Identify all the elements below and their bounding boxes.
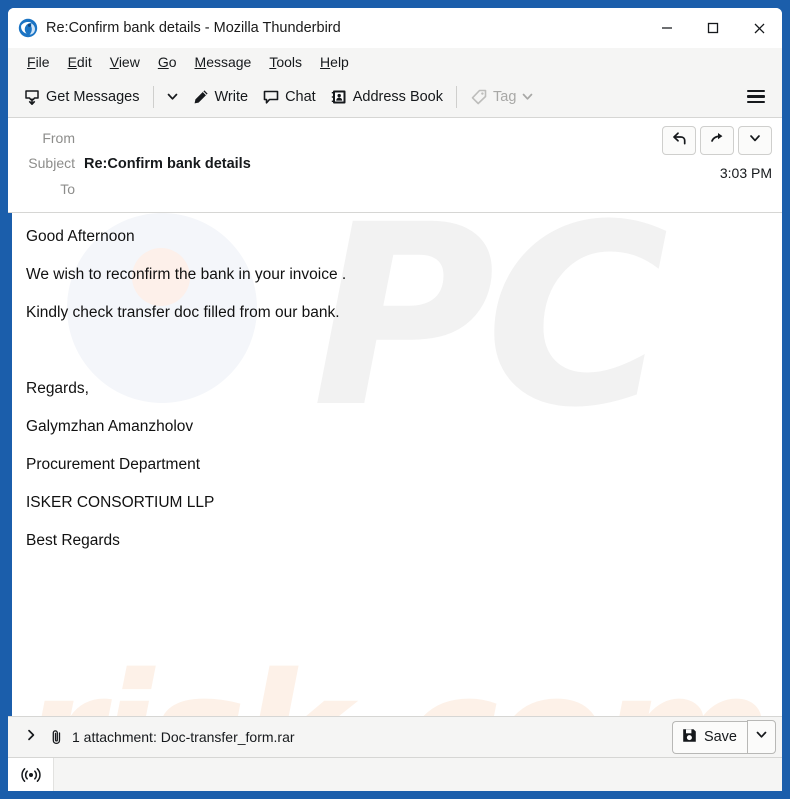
watermark-risk-text: risk.com xyxy=(22,638,772,716)
body-line: Regards, xyxy=(26,380,89,397)
tag-icon xyxy=(470,88,488,106)
body-line xyxy=(26,343,764,381)
paperclip-icon xyxy=(44,729,72,746)
forward-button[interactable] xyxy=(700,126,734,155)
address-book-label: Address Book xyxy=(352,88,443,105)
message-body-text: Good Afternoon We wish to reconfirm the … xyxy=(12,213,782,571)
subject-row: Subject Re:Confirm bank details xyxy=(18,151,772,177)
menu-help-accel: H xyxy=(320,54,331,70)
save-options-button[interactable] xyxy=(747,720,776,754)
menu-file[interactable]: File xyxy=(18,52,59,72)
body-line: ISKER CONSORTIUM LLP xyxy=(26,494,215,511)
menu-go-rest: o xyxy=(168,54,177,70)
message-header-right: 3:03 PM xyxy=(662,126,772,181)
broadcast-signal-icon[interactable] xyxy=(8,758,54,791)
address-book-button[interactable]: Address Book xyxy=(323,84,450,110)
chevron-down-icon xyxy=(748,131,762,150)
message-header: From Subject Re:Confirm bank details To xyxy=(8,118,782,213)
menu-file-accel: F xyxy=(27,54,36,70)
forward-arrow-icon xyxy=(709,130,726,152)
more-actions-button[interactable] xyxy=(738,126,772,155)
menu-help-rest: elp xyxy=(330,54,349,70)
attachment-expander[interactable] xyxy=(18,724,44,751)
chat-label: Chat xyxy=(285,88,316,105)
reply-button[interactable] xyxy=(662,126,696,155)
maximize-button[interactable] xyxy=(690,8,736,48)
main-toolbar: Get Messages Write Chat Address Book Tag xyxy=(8,76,782,118)
menu-view-accel: V xyxy=(109,54,119,70)
save-label: Save xyxy=(703,729,737,745)
tag-dropdown-icon xyxy=(521,90,534,103)
reply-arrow-icon xyxy=(671,130,688,152)
toolbar-separator-1 xyxy=(152,85,154,108)
get-messages-button[interactable]: Get Messages xyxy=(16,84,147,110)
body-line: Good Afternoon xyxy=(26,228,135,245)
toolbar-separator-2 xyxy=(456,85,457,108)
menu-edit[interactable]: Edit xyxy=(59,52,101,72)
write-label: Write xyxy=(214,88,249,105)
hamburger-bar-3 xyxy=(747,100,765,104)
menu-message[interactable]: Message xyxy=(186,52,261,72)
get-messages-label: Get Messages xyxy=(46,88,140,105)
from-row: From xyxy=(18,126,772,151)
body-line: Kindly check transfer doc filled from ou… xyxy=(26,304,340,321)
close-button[interactable] xyxy=(736,8,782,48)
menu-message-accel: M xyxy=(194,54,207,70)
chevron-down-icon xyxy=(755,728,768,746)
attachment-text: 1 attachment: Doc-transfer_form.rar xyxy=(72,729,295,745)
contact-card-icon xyxy=(330,88,348,106)
hamburger-menu-icon[interactable] xyxy=(738,85,774,109)
title-bar: Re:Confirm bank details - Mozilla Thunde… xyxy=(8,8,782,48)
menu-go-accel: G xyxy=(157,54,169,70)
subject-value: Re:Confirm bank details xyxy=(84,156,251,172)
hamburger-bar-2 xyxy=(747,95,765,98)
message-time: 3:03 PM xyxy=(719,165,772,181)
message-header-fields: From Subject Re:Confirm bank details To xyxy=(18,126,772,202)
subject-label: Subject xyxy=(28,155,75,171)
to-label: To xyxy=(60,181,75,197)
chat-button[interactable]: Chat xyxy=(255,84,323,110)
message-body: PC risk.com Good Afternoon We wish to re… xyxy=(8,213,782,716)
status-bar xyxy=(8,757,782,791)
pencil-icon xyxy=(192,88,210,106)
menu-message-rest: essage xyxy=(206,54,252,70)
menu-go[interactable]: Go xyxy=(149,52,186,72)
menu-tools[interactable]: Tools xyxy=(260,52,311,72)
menu-view[interactable]: View xyxy=(101,52,149,72)
write-button[interactable]: Write xyxy=(185,84,256,110)
menu-view-rest: iew xyxy=(118,54,140,70)
menu-edit-accel: E xyxy=(67,54,77,70)
message-actions xyxy=(662,126,772,155)
tag-label: Tag xyxy=(493,88,517,105)
minimize-button[interactable] xyxy=(644,8,690,48)
window-title: Re:Confirm bank details - Mozilla Thunde… xyxy=(46,20,341,36)
attachment-bar: 1 attachment: Doc-transfer_form.rar Save xyxy=(8,716,782,757)
from-label: From xyxy=(42,130,75,146)
body-line: Best Regards xyxy=(26,532,120,549)
thunderbird-window: Re:Confirm bank details - Mozilla Thunde… xyxy=(5,5,785,794)
menu-edit-rest: dit xyxy=(76,54,92,70)
get-messages-dropdown[interactable] xyxy=(160,86,185,107)
chevron-right-icon xyxy=(24,728,38,747)
menu-bar: File Edit View Go Message Tools Help xyxy=(8,48,782,76)
hamburger-bar-1 xyxy=(747,89,765,93)
tag-button[interactable]: Tag xyxy=(463,84,541,110)
inbox-download-icon xyxy=(23,88,41,106)
thunderbird-icon xyxy=(18,18,38,38)
to-row: To xyxy=(18,177,772,202)
save-attachment-button[interactable]: Save xyxy=(671,720,747,754)
speech-bubble-icon xyxy=(262,88,280,106)
body-line: We wish to reconfirm the bank in your in… xyxy=(26,266,347,283)
menu-help[interactable]: Help xyxy=(311,52,358,72)
floppy-disk-icon xyxy=(681,727,698,748)
menu-tools-rest: ools xyxy=(276,54,303,70)
menu-file-rest: ile xyxy=(35,54,50,70)
body-line: Procurement Department xyxy=(26,456,201,473)
body-line: Galymzhan Amanzholov xyxy=(26,418,194,435)
